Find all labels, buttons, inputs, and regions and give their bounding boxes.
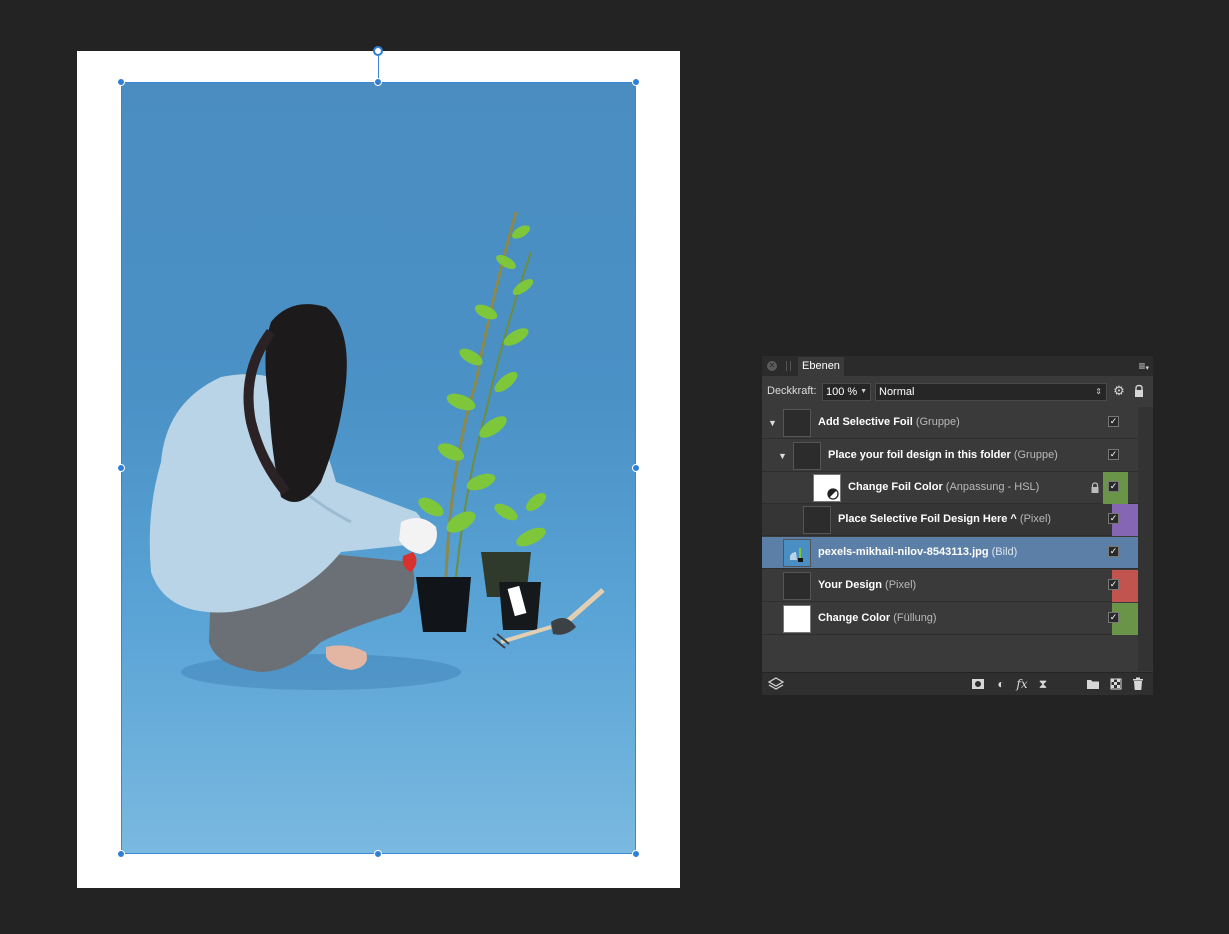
- resize-handle-left[interactable]: [117, 464, 125, 472]
- layer-label: Change Color (Füllung): [818, 612, 937, 624]
- trash-icon[interactable]: [1130, 676, 1146, 692]
- layer-name: pexels-mikhail-nilov-8543113.jpg: [818, 546, 989, 558]
- adjustment-thumbnail: [813, 474, 841, 502]
- layer-list: ▼ Add Selective Foil (Gruppe) ✓ ▼ Place …: [762, 407, 1138, 671]
- layer-type: (Gruppe): [1013, 449, 1058, 461]
- layer-type: (Bild): [991, 546, 1018, 558]
- layer-row[interactable]: Your Design (Pixel) ✓: [762, 570, 1138, 602]
- resize-handle-top-right[interactable]: [632, 78, 640, 86]
- chevron-down-icon[interactable]: ▼: [860, 384, 867, 400]
- layer-row[interactable]: ▼ Add Selective Foil (Gruppe) ✓: [762, 407, 1138, 439]
- layer-row[interactable]: Change Foil Color (Anpassung - HSL) ✓: [762, 472, 1138, 504]
- layer-label: Place your foil design in this folder (G…: [828, 449, 1058, 461]
- resize-handle-top-left[interactable]: [117, 78, 125, 86]
- canvas-photo[interactable]: [121, 82, 636, 854]
- blend-mode-value: Normal: [879, 386, 915, 398]
- mask-icon[interactable]: [970, 676, 986, 692]
- workspace: ✕ Ebenen ≡▾ Deckkraft: 100 % ▼ Normal ⇕ …: [0, 0, 1229, 934]
- expand-triangle-icon[interactable]: ▼: [778, 451, 788, 461]
- layer-type: (Pixel): [885, 579, 917, 591]
- layer-type: (Anpassung - HSL): [945, 481, 1040, 493]
- stepper-icon[interactable]: ⇕: [1095, 384, 1102, 400]
- layers-stack-icon[interactable]: [767, 676, 785, 692]
- panel-grip-icon[interactable]: [786, 361, 791, 371]
- resize-handle-bottom-left[interactable]: [117, 850, 125, 858]
- tab-layers[interactable]: Ebenen: [798, 357, 844, 376]
- layer-row[interactable]: pexels-mikhail-nilov-8543113.jpg (Bild) …: [762, 537, 1138, 569]
- lock-icon[interactable]: [1090, 482, 1100, 494]
- panel-menu-icon[interactable]: ≡▾: [1138, 359, 1149, 376]
- layer-list-scrollbar[interactable]: [1138, 407, 1153, 671]
- expand-triangle-icon[interactable]: ▼: [768, 418, 778, 428]
- layer-label: Add Selective Foil (Gruppe): [818, 416, 960, 428]
- fill-thumbnail: [783, 605, 811, 633]
- layer-label: pexels-mikhail-nilov-8543113.jpg (Bild): [818, 546, 1017, 558]
- visibility-checkbox[interactable]: ✓: [1108, 579, 1119, 590]
- opacity-value: 100 %: [826, 386, 858, 398]
- panel-header: ✕ Ebenen ≡▾: [762, 356, 1153, 376]
- layer-row[interactable]: Place Selective Foil Design Here ^ (Pixe…: [762, 504, 1138, 536]
- layer-name: Change Color: [818, 612, 891, 624]
- layer-type: (Füllung): [893, 612, 937, 624]
- adjustment-icon[interactable]: ◐: [993, 676, 1009, 692]
- photo-illustration: [149, 211, 605, 690]
- opacity-row: Deckkraft: 100 % ▼ Normal ⇕ ⚙: [762, 380, 1153, 404]
- layer-type: (Pixel): [1019, 513, 1052, 525]
- layer-label: Change Foil Color (Anpassung - HSL): [848, 481, 1039, 493]
- layer-row[interactable]: ▼ Place your foil design in this folder …: [762, 440, 1138, 472]
- resize-handle-bottom-right[interactable]: [632, 850, 640, 858]
- visibility-checkbox[interactable]: ✓: [1108, 449, 1119, 460]
- layer-name: Add Selective Foil: [818, 416, 913, 428]
- resize-handle-right[interactable]: [632, 464, 640, 472]
- folder-icon[interactable]: [1085, 676, 1101, 692]
- layers-panel: ✕ Ebenen ≡▾ Deckkraft: 100 % ▼ Normal ⇕ …: [762, 356, 1153, 695]
- lock-icon[interactable]: [1132, 384, 1146, 398]
- document-canvas[interactable]: [77, 51, 680, 888]
- blend-mode-select[interactable]: Normal ⇕: [875, 383, 1107, 401]
- layer-thumbnail: [803, 506, 831, 534]
- opacity-field[interactable]: 100 % ▼: [822, 383, 871, 401]
- layer-type: (Gruppe): [915, 416, 960, 428]
- fx-icon[interactable]: fx: [1014, 676, 1030, 692]
- opacity-label: Deckkraft:: [767, 385, 817, 397]
- layer-row[interactable]: Change Color (Füllung) ✓: [762, 603, 1138, 635]
- image-thumbnail: [783, 539, 811, 567]
- layer-label: Your Design (Pixel): [818, 579, 916, 591]
- visibility-checkbox[interactable]: ✓: [1108, 481, 1119, 492]
- layer-thumbnail: [793, 442, 821, 470]
- visibility-checkbox[interactable]: ✓: [1108, 612, 1119, 623]
- visibility-checkbox[interactable]: ✓: [1108, 513, 1119, 524]
- adjustment-icon: [827, 488, 839, 500]
- rotation-handle[interactable]: [373, 46, 383, 56]
- visibility-checkbox[interactable]: ✓: [1108, 416, 1119, 427]
- layer-name: Your Design: [818, 579, 882, 591]
- resize-handle-top[interactable]: [374, 78, 382, 86]
- layer-name: Place Selective Foil Design Here ^: [838, 513, 1017, 525]
- layer-name: Place your foil design in this folder: [828, 449, 1011, 461]
- layer-label: Place Selective Foil Design Here ^ (Pixe…: [838, 513, 1051, 525]
- panel-footer: ◐ fx ⧗: [762, 672, 1153, 695]
- gear-icon[interactable]: ⚙: [1112, 384, 1126, 398]
- layer-thumbnail: [783, 409, 811, 437]
- image-thumbnail-art: [790, 548, 803, 562]
- layer-thumbnail: [783, 572, 811, 600]
- layer-name: Change Foil Color: [848, 481, 943, 493]
- visibility-checkbox[interactable]: ✓: [1108, 546, 1119, 557]
- live-filter-icon[interactable]: ⧗: [1035, 676, 1051, 692]
- close-icon[interactable]: ✕: [767, 361, 777, 371]
- pixel-layer-icon[interactable]: [1108, 676, 1124, 692]
- resize-handle-bottom[interactable]: [374, 850, 382, 858]
